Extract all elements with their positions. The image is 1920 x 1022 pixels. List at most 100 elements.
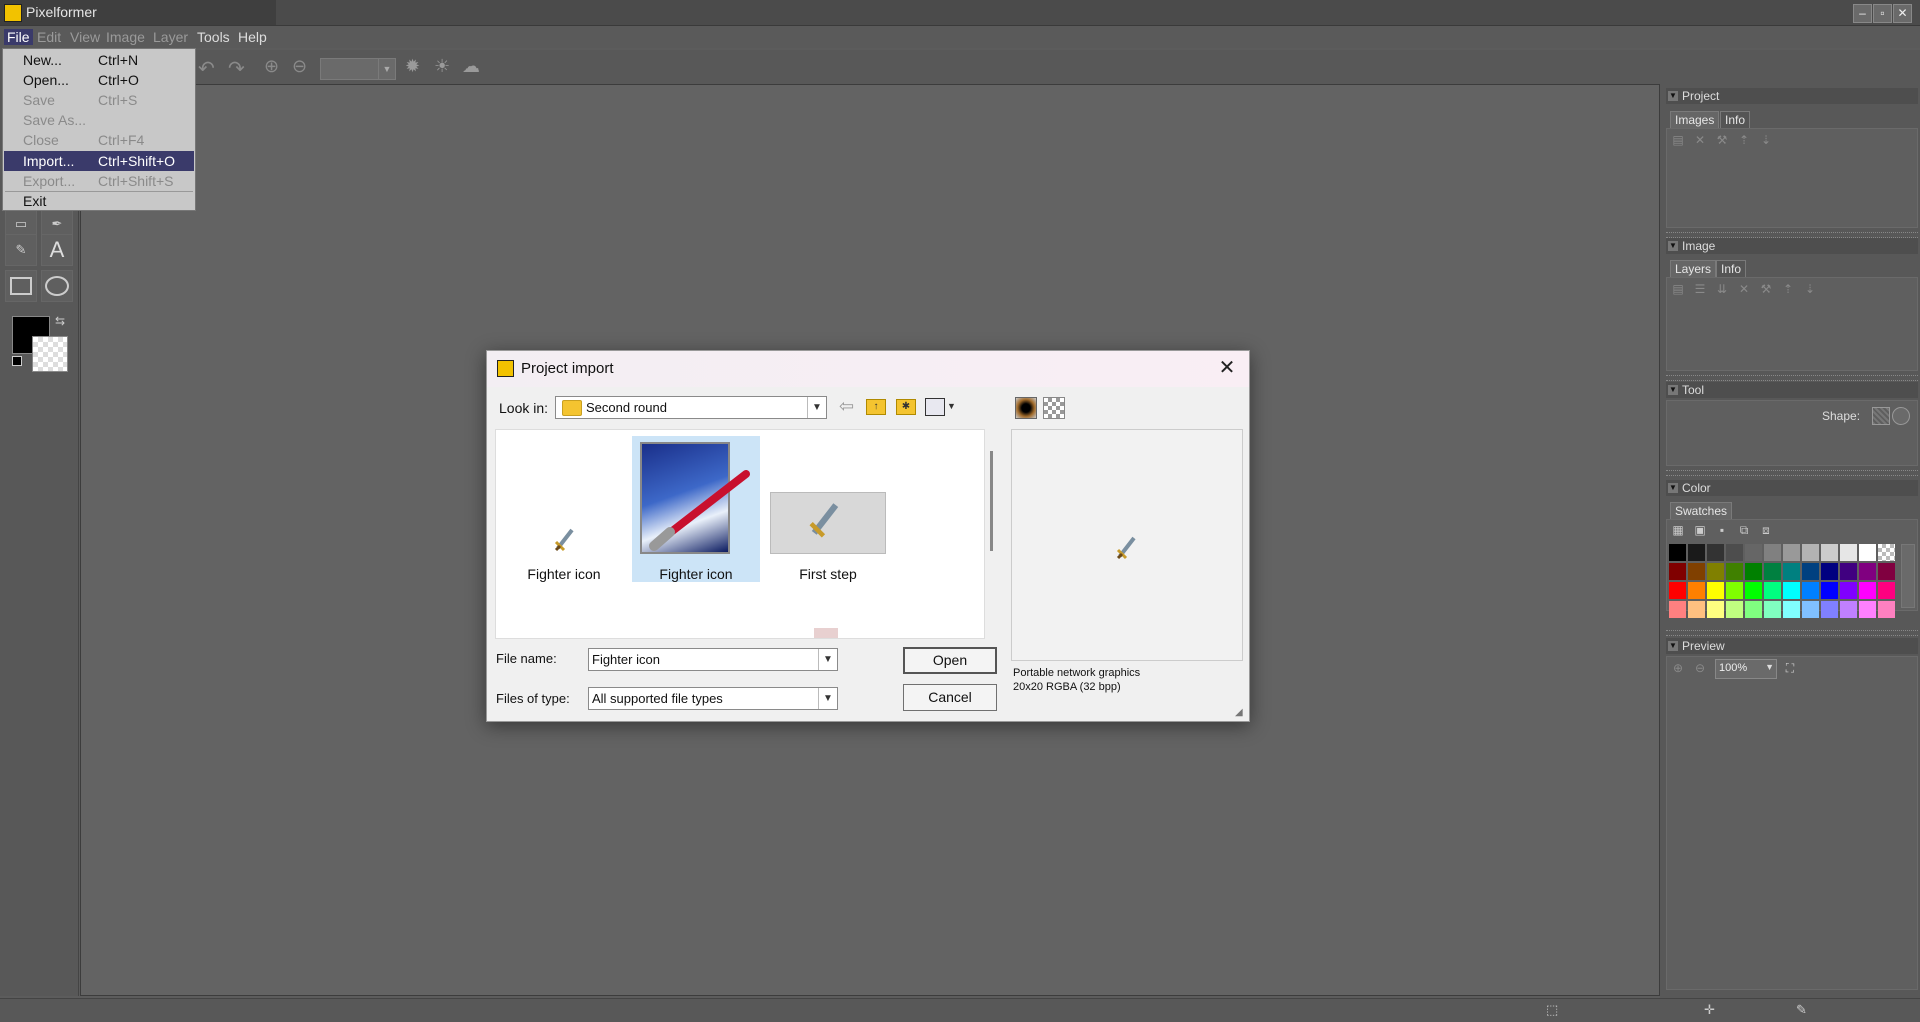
color-swatch[interactable] bbox=[1783, 601, 1800, 618]
color-swatch[interactable] bbox=[1878, 601, 1895, 618]
preview-zoom-combo[interactable]: 100% ▼ bbox=[1715, 659, 1777, 679]
panel-header-color[interactable]: ▼ Color bbox=[1666, 480, 1918, 496]
dialog-close-icon[interactable]: ✕ bbox=[1215, 356, 1239, 380]
color-swatch[interactable] bbox=[1840, 601, 1857, 618]
text-tool-icon[interactable]: A bbox=[41, 234, 73, 266]
swatch-grid[interactable] bbox=[1669, 544, 1897, 618]
move-up-icon[interactable]: ⇡ bbox=[1781, 282, 1795, 296]
zoom-in-icon[interactable]: ⊕ bbox=[264, 56, 279, 77]
tab-layers[interactable]: Layers bbox=[1670, 260, 1717, 277]
new-image-icon[interactable]: ▤ bbox=[1671, 133, 1685, 147]
preview-transparency-icon[interactable] bbox=[1043, 397, 1065, 419]
reset-colors-icon[interactable] bbox=[12, 356, 22, 366]
color-swatch[interactable] bbox=[1669, 582, 1686, 599]
zoom-combo[interactable]: ▼ bbox=[320, 58, 396, 80]
minimize-button[interactable]: – bbox=[1853, 4, 1872, 23]
delete-icon[interactable]: ✕ bbox=[1693, 133, 1707, 147]
close-button[interactable]: ✕ bbox=[1893, 4, 1912, 23]
color-swatch[interactable] bbox=[1859, 544, 1876, 561]
zoom-in-icon[interactable]: ⊕ bbox=[1671, 661, 1685, 675]
merge-layer-icon[interactable]: ⇊ bbox=[1715, 282, 1729, 296]
tab-images[interactable]: Images bbox=[1670, 111, 1720, 128]
color-swatch[interactable] bbox=[1802, 544, 1819, 561]
color-swatch[interactable] bbox=[1878, 582, 1895, 599]
properties-icon[interactable]: ⚒ bbox=[1715, 133, 1729, 147]
file-item-first-step[interactable]: First step bbox=[764, 436, 892, 582]
tab-swatches[interactable]: Swatches bbox=[1670, 502, 1733, 519]
preview-color-icon[interactable] bbox=[1015, 397, 1037, 419]
move-down-icon[interactable]: ⇣ bbox=[1803, 282, 1817, 296]
file-item-fighter-icon-small[interactable]: Fighter icon bbox=[500, 436, 628, 582]
color-swatch[interactable] bbox=[1783, 582, 1800, 599]
color-swatch[interactable] bbox=[1840, 563, 1857, 580]
file-list-scrollbar[interactable] bbox=[990, 451, 993, 551]
new-folder-icon[interactable]: ✱ bbox=[896, 399, 916, 415]
delete-icon[interactable]: ✕ bbox=[1737, 282, 1751, 296]
shape-ellipse-icon[interactable] bbox=[1892, 407, 1910, 425]
menu-item-exit[interactable]: Exit bbox=[4, 191, 194, 211]
color-swatch[interactable] bbox=[1783, 544, 1800, 561]
color-swatch[interactable] bbox=[1707, 582, 1724, 599]
properties-icon[interactable]: ⚒ bbox=[1759, 282, 1773, 296]
new-layer-icon[interactable]: ▤ bbox=[1671, 282, 1685, 296]
undo-icon[interactable]: ↶ bbox=[198, 56, 215, 81]
color-swatch[interactable] bbox=[1669, 601, 1686, 618]
color-swatch[interactable] bbox=[1821, 601, 1838, 618]
zoom-out-icon[interactable]: ⊖ bbox=[292, 56, 307, 77]
panel-splitter[interactable] bbox=[1666, 630, 1918, 636]
save-palette-icon[interactable]: ▪ bbox=[1715, 523, 1729, 537]
panel-header-image[interactable]: ▼ Image bbox=[1666, 238, 1918, 254]
remove-swatch-icon[interactable]: ⧈ bbox=[1759, 523, 1773, 537]
up-folder-icon[interactable]: ↑ bbox=[866, 399, 886, 415]
add-swatch-icon[interactable]: ⧉ bbox=[1737, 523, 1751, 537]
color-swatch[interactable] bbox=[1764, 563, 1781, 580]
color-swatch[interactable] bbox=[1707, 563, 1724, 580]
redo-icon[interactable]: ↷ bbox=[228, 56, 245, 81]
menu-file[interactable]: File bbox=[4, 29, 33, 45]
open-button[interactable]: Open bbox=[903, 647, 997, 674]
rectangle-tool-icon[interactable] bbox=[5, 270, 37, 302]
chevron-down-icon[interactable]: ▼ bbox=[947, 401, 956, 411]
color-swatch[interactable] bbox=[1688, 563, 1705, 580]
layer-stack-icon[interactable]: ☰ bbox=[1693, 282, 1707, 296]
files-of-type-select[interactable]: All supported file types ▼ bbox=[588, 687, 838, 710]
color-swatch[interactable] bbox=[1764, 544, 1781, 561]
color-swatch[interactable] bbox=[1745, 582, 1762, 599]
zoom-out-icon[interactable]: ⊖ bbox=[1693, 661, 1707, 675]
cancel-button[interactable]: Cancel bbox=[903, 684, 997, 711]
color-swatch[interactable] bbox=[1821, 582, 1838, 599]
move-up-icon[interactable]: ⇡ bbox=[1737, 133, 1751, 147]
swatch-scrollbar[interactable] bbox=[1901, 544, 1915, 608]
brightness-down-icon[interactable]: ✹ bbox=[405, 56, 420, 77]
color-swatch[interactable] bbox=[1688, 544, 1705, 561]
panel-splitter[interactable] bbox=[1666, 375, 1918, 381]
color-swatch[interactable] bbox=[1726, 544, 1743, 561]
open-palette-icon[interactable]: ▣ bbox=[1693, 523, 1707, 537]
color-swatch[interactable] bbox=[1859, 563, 1876, 580]
panel-splitter[interactable] bbox=[1666, 470, 1918, 476]
color-swatch[interactable] bbox=[1821, 563, 1838, 580]
color-swatch[interactable] bbox=[1878, 563, 1895, 580]
panel-header-preview[interactable]: ▼ Preview bbox=[1666, 638, 1918, 654]
color-swatch[interactable] bbox=[1745, 601, 1762, 618]
restore-button[interactable]: ▫ bbox=[1873, 4, 1892, 23]
panel-header-tool[interactable]: ▼ Tool bbox=[1666, 382, 1918, 398]
menu-item-open[interactable]: Open... Ctrl+O bbox=[4, 70, 194, 90]
color-swatch[interactable] bbox=[1840, 544, 1857, 561]
eraser-tool-icon[interactable]: ✎ bbox=[5, 234, 37, 266]
menu-item-import[interactable]: Import... Ctrl+Shift+O bbox=[4, 151, 194, 171]
panel-header-project[interactable]: ▼ Project bbox=[1666, 88, 1918, 104]
view-menu-icon[interactable] bbox=[925, 398, 945, 416]
color-swatch[interactable] bbox=[1764, 601, 1781, 618]
color-swatch[interactable] bbox=[1726, 582, 1743, 599]
ellipse-tool-icon[interactable] bbox=[41, 270, 73, 302]
color-swatch[interactable] bbox=[1726, 563, 1743, 580]
color-swatch[interactable] bbox=[1669, 544, 1686, 561]
secondary-color-swatch[interactable] bbox=[32, 336, 68, 372]
swap-colors-icon[interactable]: ⇆ bbox=[55, 314, 65, 328]
color-swatch[interactable] bbox=[1707, 601, 1724, 618]
menu-help[interactable]: Help bbox=[238, 29, 267, 45]
resize-grip-icon[interactable]: ◢ bbox=[1235, 707, 1243, 718]
color-swatch[interactable] bbox=[1764, 582, 1781, 599]
color-swatch[interactable] bbox=[1802, 563, 1819, 580]
